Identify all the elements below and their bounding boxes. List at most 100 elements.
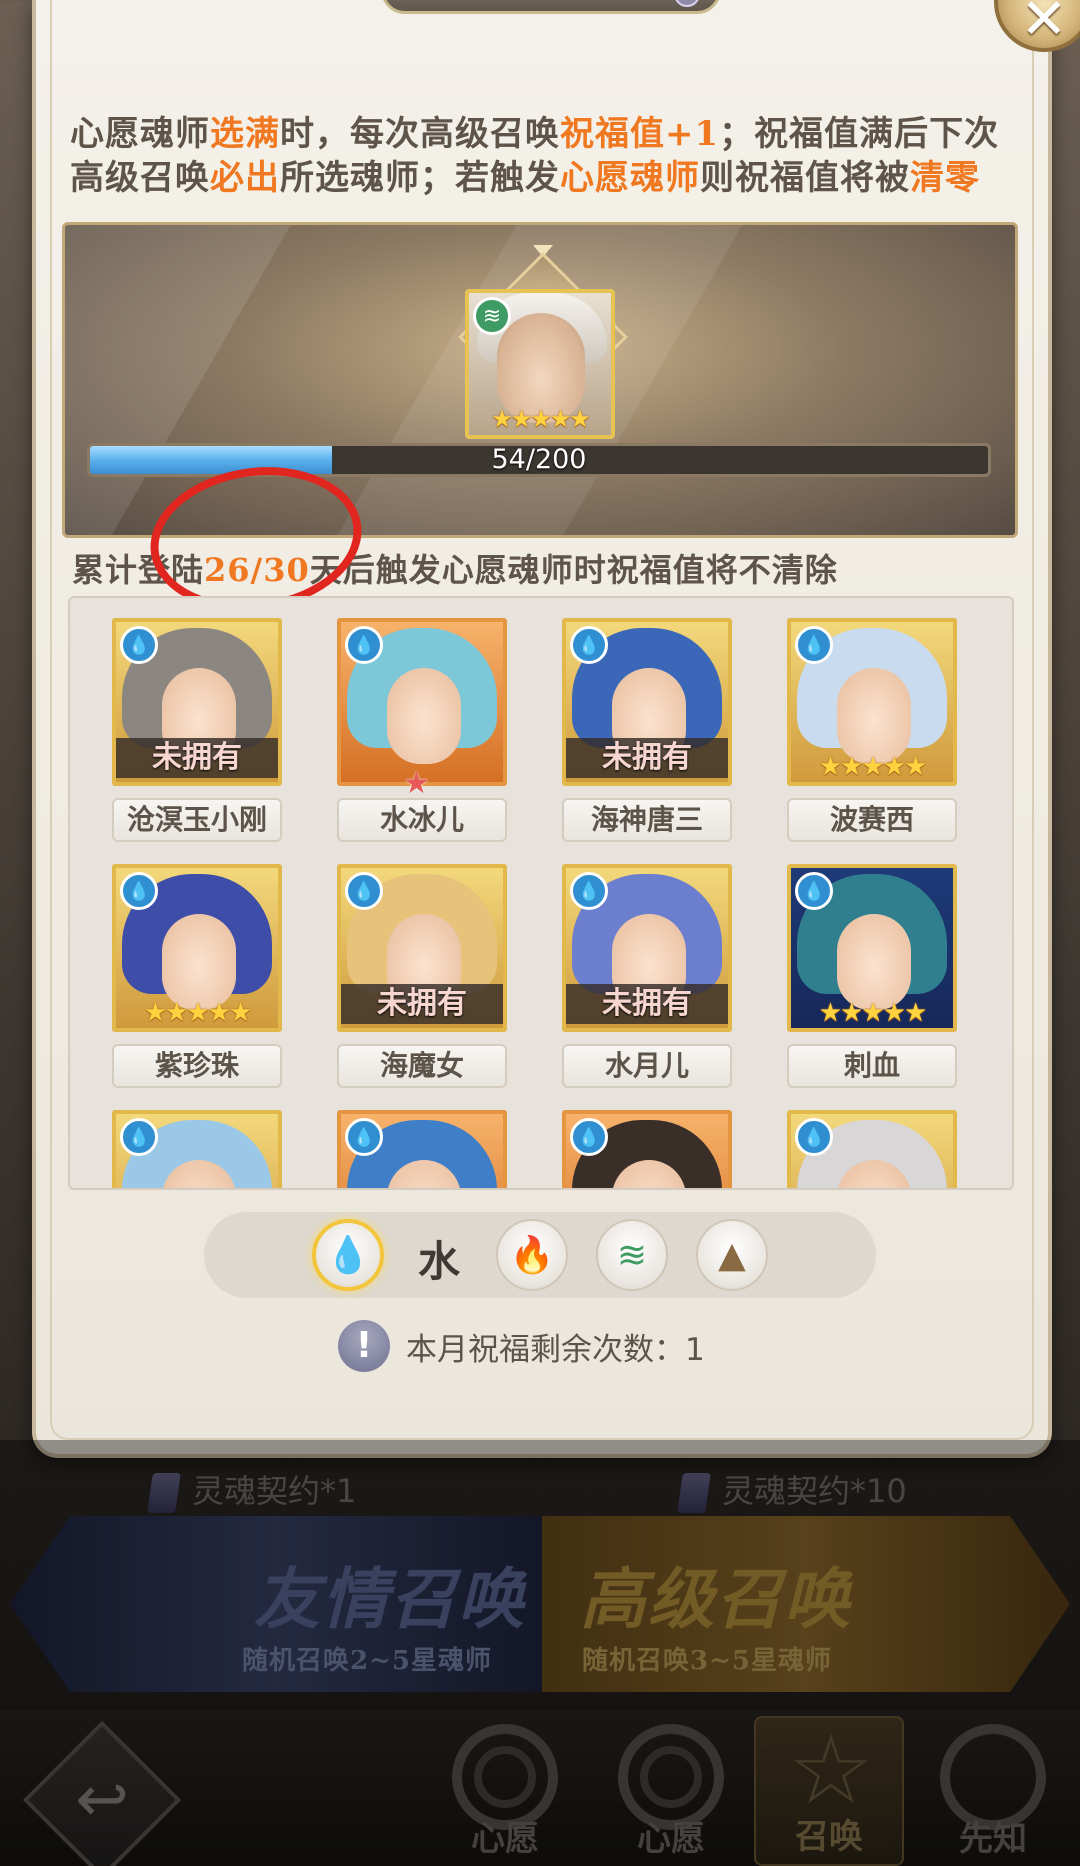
nav-summon[interactable]: ☆ 召唤	[754, 1716, 904, 1866]
unowned-label: 未拥有	[566, 984, 728, 1024]
water-icon: 💧	[120, 872, 158, 910]
login-note-suffix: 天后触发心愿魂师时祝福值将不清除	[309, 551, 838, 589]
water-filter-button[interactable]: 💧	[312, 1219, 384, 1291]
character-cell[interactable]: 💧 ★ 水冰儿	[337, 618, 507, 848]
character-cell[interactable]: 💧	[562, 1110, 732, 1188]
character-card[interactable]: 💧	[787, 1110, 957, 1188]
character-card[interactable]: 💧 未拥有	[112, 618, 282, 786]
advanced-summon-button[interactable]: 高级召唤 随机召唤3~5星魂师	[542, 1516, 1070, 1692]
earth-filter-button[interactable]: ▲	[696, 1219, 768, 1291]
selected-element-label: 水	[418, 1237, 461, 1286]
character-card[interactable]: 💧	[337, 618, 507, 786]
blessing-progress-bar: 54/200	[87, 443, 991, 477]
water-icon: 💧	[345, 1118, 383, 1156]
fire-filter-button[interactable]: 🔥	[496, 1219, 568, 1291]
desc-highlight: 心愿魂师	[560, 158, 700, 198]
character-name: 水冰儿	[337, 798, 507, 842]
water-icon: 💧	[570, 626, 608, 664]
info-icon[interactable]: !	[338, 1320, 390, 1372]
friend-summon-title: 友情召唤	[254, 1560, 526, 1638]
friend-summon-button[interactable]: 友情召唤 随机召唤2~5星魂师	[10, 1516, 542, 1692]
character-card[interactable]: 💧 未拥有	[562, 864, 732, 1032]
nav-label: 心愿	[471, 1819, 539, 1859]
portrait-face	[837, 914, 911, 1010]
water-icon: 💧	[345, 872, 383, 910]
character-card[interactable]: 💧 未拥有	[562, 618, 732, 786]
wind-icon: ≋	[616, 1234, 648, 1276]
water-icon: 💧	[120, 1118, 158, 1156]
desc-highlight: 必出	[210, 158, 280, 198]
element-filter-bar: 💧 水 🔥 ≋ ▲	[204, 1212, 876, 1298]
nav-label: 先知	[959, 1819, 1027, 1859]
water-icon: 💧	[120, 626, 158, 664]
contract-right-text: 灵魂契约*10	[722, 1472, 907, 1510]
wind-filter-button[interactable]: ≋	[596, 1219, 668, 1291]
nav-wish-1[interactable]: 心愿	[430, 1716, 580, 1866]
character-cell[interactable]: 💧	[112, 1110, 282, 1188]
character-name: 刺血	[787, 1044, 957, 1088]
star-rating: ★★★★★	[818, 998, 928, 1028]
advanced-summon-subtitle: 随机召唤3~5星魂师	[582, 1646, 832, 1676]
character-name: 沧溟玉小刚	[112, 798, 282, 842]
portrait-face	[837, 668, 911, 764]
unowned-label: 未拥有	[566, 738, 728, 778]
water-icon: 💧	[345, 626, 383, 664]
water-icon: 💧	[570, 1118, 608, 1156]
fire-icon: 🔥	[509, 1235, 555, 1276]
star-rating: ★★★★★	[818, 752, 928, 782]
nav-wish-2[interactable]: 心愿	[596, 1716, 746, 1866]
contract-count-right: 灵魂契约*10	[677, 1466, 907, 1513]
portrait-face	[162, 914, 236, 1010]
character-name: 波赛西	[787, 798, 957, 842]
character-cell[interactable]: 💧	[337, 1110, 507, 1188]
water-icon: 💧	[795, 626, 833, 664]
wish-rule-description: 心愿魂师选满时，每次高级召唤祝福值+1；祝福值满后下次高级召唤必出所选魂师；若触…	[70, 112, 1030, 200]
nav-prophet[interactable]: 先知	[918, 1716, 1068, 1866]
nav-label: 召唤	[795, 1817, 863, 1857]
water-icon: 💧	[795, 872, 833, 910]
water-icon: 💧	[570, 872, 608, 910]
bottom-nav-bar: ↩ 心愿 心愿 ☆ 召唤 先知	[0, 1710, 1080, 1866]
earth-icon: ▲	[718, 1234, 746, 1276]
character-card[interactable]: 💧 ★★★★★	[787, 864, 957, 1032]
soul-contract-icon	[677, 1473, 711, 1513]
friend-summon-subtitle: 随机召唤2~5星魂师	[242, 1646, 492, 1676]
character-cell[interactable]: 💧 ★★★★★ 波赛西	[787, 618, 957, 848]
character-cell[interactable]: 💧 未拥有 海神唐三	[562, 618, 732, 848]
featured-character-card[interactable]: ≋ ★★★★★	[465, 289, 615, 439]
character-card[interactable]: 💧 ★★★★★	[112, 864, 282, 1032]
character-grid[interactable]: 💧 未拥有 沧溟玉小刚 💧 ★ 水冰儿 💧 未拥有 海神唐三 💧 ★★★★★ 波赛西 💧 ★★★★★ 紫珍珠…	[68, 596, 1014, 1190]
swirl-inner	[640, 1746, 702, 1808]
character-cell[interactable]: 💧 未拥有沧溟玉小刚	[112, 618, 282, 848]
nav-label: 心愿	[637, 1819, 705, 1859]
title-tab-gem	[674, 0, 700, 7]
water-icon: 💧	[795, 1118, 833, 1156]
desc-highlight: 选满	[210, 114, 280, 154]
unowned-label: 未拥有	[116, 738, 278, 778]
desc-text: 所选魂师；若触发	[280, 158, 560, 198]
character-cell[interactable]: 💧 ★★★★★ 刺血	[787, 864, 957, 1094]
desc-highlight: 清零	[910, 158, 980, 198]
character-card[interactable]: 💧	[337, 1110, 507, 1188]
character-cell[interactable]: 💧	[787, 1110, 957, 1188]
water-icon: 💧	[325, 1235, 371, 1276]
close-icon: ✕	[1020, 0, 1068, 52]
desc-text: 则祝福值将被	[700, 158, 910, 198]
progress-text: 54/200	[491, 444, 587, 475]
character-cell[interactable]: 💧 未拥有水月儿	[562, 864, 732, 1094]
character-card[interactable]: 💧	[112, 1110, 282, 1188]
panel-title-tab	[381, 0, 721, 14]
character-name: 水月儿	[562, 1044, 732, 1088]
desc-text: 时，每次高级召唤	[280, 114, 560, 154]
character-card[interactable]: 💧	[562, 1110, 732, 1188]
swirl-inner	[474, 1746, 536, 1808]
unowned-label: 未拥有	[341, 984, 503, 1024]
character-name: 紫珍珠	[112, 1044, 282, 1088]
character-card[interactable]: 💧 ★★★★★	[787, 618, 957, 786]
back-arrow-icon: ↩	[75, 1763, 129, 1837]
wind-icon: ≋	[473, 297, 511, 335]
character-cell[interactable]: 💧 未拥有 海魔女	[337, 864, 507, 1094]
character-cell[interactable]: 💧 ★★★★★ 紫珍珠	[112, 864, 282, 1094]
desc-text: 心愿魂师	[70, 114, 210, 154]
character-card[interactable]: 💧 未拥有	[337, 864, 507, 1032]
